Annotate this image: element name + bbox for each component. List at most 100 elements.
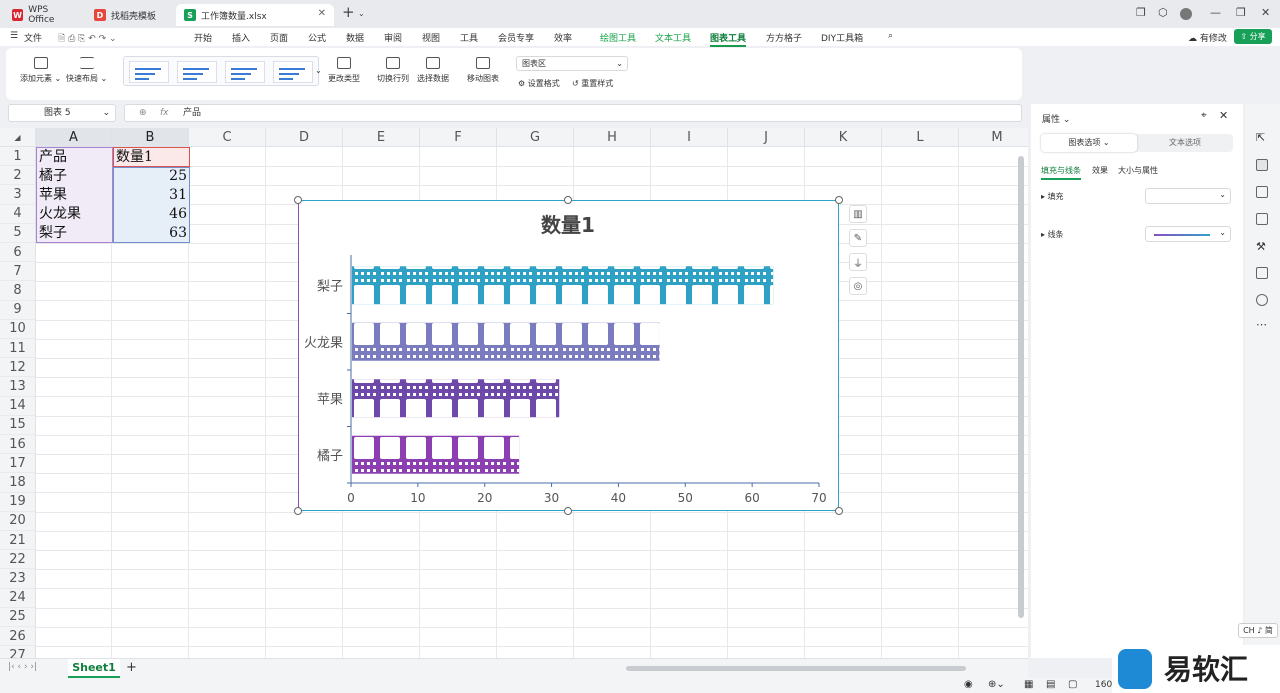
chart-element-select[interactable]: 图表区 ⌄ xyxy=(516,56,628,71)
menu-diy[interactable]: DIY工具箱 xyxy=(821,31,863,44)
horizontal-scrollbar[interactable] xyxy=(626,666,966,671)
column-header-l[interactable]: L xyxy=(882,128,959,147)
row-header-27[interactable]: 27 xyxy=(0,646,36,658)
subtab-effects[interactable]: 效果 xyxy=(1092,165,1108,176)
column-header-f[interactable]: F xyxy=(420,128,497,147)
menu-text-tools[interactable]: 文本工具 xyxy=(655,31,691,44)
sheet-nav-icons[interactable]: |‹ ‹ › ›| xyxy=(8,662,37,672)
column-header-d[interactable]: D xyxy=(266,128,343,147)
row-header-9[interactable]: 9 xyxy=(0,300,36,320)
add-element-button[interactable]: 添加元素 ⌄ xyxy=(20,57,61,84)
menu-view[interactable]: 视图 xyxy=(422,31,440,44)
switch-row-col-button[interactable]: 切换行列 xyxy=(377,57,409,84)
close-panel-icon[interactable]: ✕ xyxy=(1219,109,1228,122)
cell-b5[interactable]: 63 xyxy=(113,224,190,243)
fill-section[interactable]: ▸ 填充 xyxy=(1041,191,1064,202)
share-button[interactable]: ⇧ 分享 xyxy=(1234,29,1272,44)
cell-a5[interactable]: 梨子 xyxy=(36,224,113,243)
row-header-15[interactable]: 15 xyxy=(0,415,36,435)
set-format-button[interactable]: ⚙ 设置格式 xyxy=(518,78,560,89)
page-view-icon[interactable]: ▤ xyxy=(1046,679,1055,690)
cell-b4[interactable]: 46 xyxy=(113,205,190,224)
cell-a1[interactable]: 产品 xyxy=(36,148,113,167)
chart-style-4[interactable] xyxy=(273,61,313,83)
chart-object[interactable]: 数量1 橘子 苹果 火龙果 梨子 0 10 20 30 40 50 60 70 xyxy=(298,200,839,511)
vertical-scrollbar[interactable] xyxy=(1018,156,1024,618)
tab-chart-options[interactable]: 图表选项 ⌄ xyxy=(1041,134,1137,152)
row-header-14[interactable]: 14 xyxy=(0,396,36,416)
close-window-icon[interactable]: ✕ xyxy=(1261,6,1270,19)
cell-a3[interactable]: 苹果 xyxy=(36,186,113,205)
row-header-25[interactable]: 25 xyxy=(0,607,36,627)
menu-tools[interactable]: 工具 xyxy=(460,31,478,44)
fx-icon[interactable]: fx xyxy=(160,105,169,121)
row-header-24[interactable]: 24 xyxy=(0,588,36,608)
row-header-8[interactable]: 8 xyxy=(0,281,36,301)
zoom-icon[interactable]: ⊕ xyxy=(139,105,147,121)
menu-drawing-tools[interactable]: 绘图工具 xyxy=(600,31,636,44)
column-header-b[interactable]: B xyxy=(112,128,189,147)
row-header-13[interactable]: 13 xyxy=(0,377,36,397)
break-view-icon[interactable]: ▢ xyxy=(1068,679,1077,690)
subtab-fill-line[interactable]: 填充与线条 xyxy=(1041,165,1081,180)
name-box[interactable]: 图表 5 ⌄ xyxy=(8,104,116,122)
pin-icon[interactable]: ⌖ xyxy=(1201,110,1207,121)
menu-page[interactable]: 页面 xyxy=(270,31,288,44)
tab-text-options[interactable]: 文本选项 xyxy=(1137,134,1233,152)
select-data-button[interactable]: 选择数据 xyxy=(417,57,449,84)
row-header-12[interactable]: 12 xyxy=(0,358,36,378)
quick-layout-button[interactable]: 快速布局 ⌄ xyxy=(66,57,107,84)
menu-efficiency[interactable]: 效率 xyxy=(554,31,572,44)
hamburger-icon[interactable]: ☰ xyxy=(10,31,18,41)
ime-indicator[interactable]: CH ♪ 简 xyxy=(1238,623,1278,638)
column-header-j[interactable]: J xyxy=(728,128,805,147)
add-sheet-icon[interactable]: + xyxy=(126,660,137,675)
row-header-3[interactable]: 3 xyxy=(0,185,36,205)
tools-icon[interactable]: ⚒ xyxy=(1256,240,1268,253)
more-icon[interactable]: ⋯ xyxy=(1256,318,1268,331)
chart-elements-icon[interactable]: ▥ xyxy=(849,205,867,223)
row-header-17[interactable]: 17 xyxy=(0,454,36,474)
tab-workbook[interactable]: S 工作簿数量.xlsx ✕ xyxy=(176,4,334,26)
line-section[interactable]: ▸ 线条 xyxy=(1041,229,1064,240)
row-header-16[interactable]: 16 xyxy=(0,435,36,455)
row-header-10[interactable]: 10 xyxy=(0,319,36,339)
resize-handle-tr[interactable] xyxy=(835,196,843,204)
new-tab-icon[interactable]: + xyxy=(342,3,355,21)
chart-settings-icon[interactable]: ◎ xyxy=(849,277,867,295)
menu-member[interactable]: 会员专享 xyxy=(498,31,534,44)
chart-filter-icon[interactable]: ⏚ xyxy=(849,253,867,271)
row-header-6[interactable]: 6 xyxy=(0,243,36,263)
row-header-21[interactable]: 21 xyxy=(0,531,36,551)
column-header-h[interactable]: H xyxy=(574,128,651,147)
menu-home[interactable]: 开始 xyxy=(194,31,212,44)
chevron-down-icon[interactable]: ⌄ xyxy=(358,9,365,18)
cell-b2[interactable]: 25 xyxy=(113,167,190,186)
menu-formula[interactable]: 公式 xyxy=(308,31,326,44)
resize-handle-t[interactable] xyxy=(564,196,572,204)
row-header-19[interactable]: 19 xyxy=(0,492,36,512)
column-header-a[interactable]: A xyxy=(36,128,112,147)
row-header-5[interactable]: 5 xyxy=(0,223,36,243)
minimize-icon[interactable]: — xyxy=(1210,6,1221,19)
eye-icon[interactable]: ◉ xyxy=(964,679,973,690)
row-header-4[interactable]: 4 xyxy=(0,204,36,224)
menu-file[interactable]: 文件 xyxy=(24,31,42,44)
menu-data[interactable]: 数据 xyxy=(346,31,364,44)
formula-bar[interactable]: ⊕ fx 产品 xyxy=(124,104,1022,122)
chart-style-2[interactable] xyxy=(177,61,217,83)
row-header-20[interactable]: 20 xyxy=(0,511,36,531)
row-header-2[interactable]: 2 xyxy=(0,166,36,186)
quick-access-icons[interactable]: 🗎 ⎙ ⎘ ↶ ↷ ⌄ xyxy=(58,31,117,47)
fill-dropdown[interactable]: ⌄ xyxy=(1145,188,1231,204)
image-icon[interactable] xyxy=(1256,213,1268,225)
tab-docer[interactable]: D 找稻壳模板 xyxy=(86,4,172,26)
gallery-expand-icon[interactable]: ⌄ xyxy=(315,66,322,75)
reset-style-button[interactable]: ↺ 重置样式 xyxy=(572,78,613,89)
subtab-size-props[interactable]: 大小与属性 xyxy=(1118,165,1158,176)
help-icon[interactable] xyxy=(1256,294,1268,306)
zoom-level[interactable]: 160 xyxy=(1095,680,1112,690)
resize-handle-b[interactable] xyxy=(564,507,572,515)
change-type-button[interactable]: 更改类型 xyxy=(328,57,360,84)
column-header-c[interactable]: C xyxy=(189,128,266,147)
